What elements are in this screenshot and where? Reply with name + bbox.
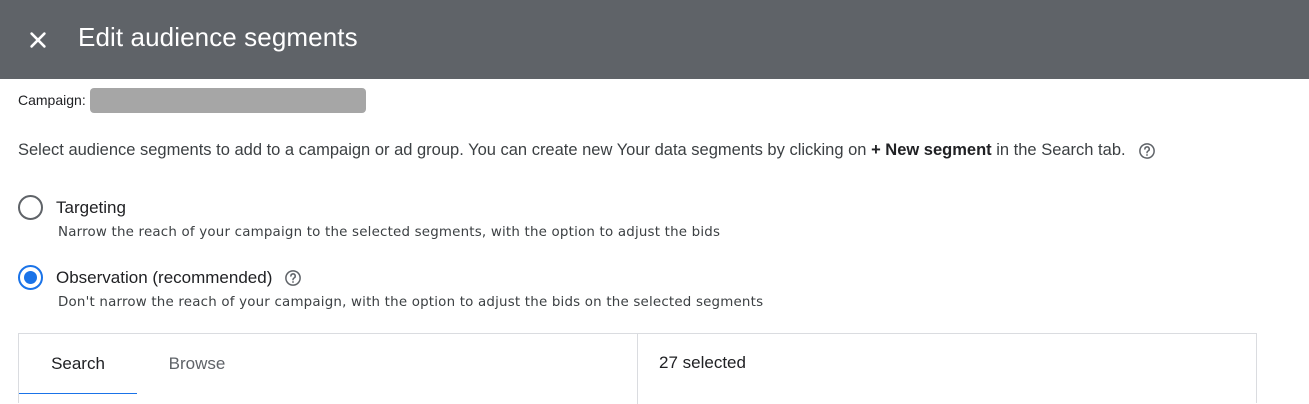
radio-button-targeting[interactable]	[18, 195, 43, 220]
instructions-text: Select audience segments to add to a cam…	[18, 141, 1156, 160]
segments-tabs-panel: Search Browse	[19, 334, 638, 404]
instructions-text-end: in the Search tab.	[991, 141, 1126, 159]
campaign-row: Campaign:	[18, 87, 366, 113]
instructions-text-start: Select audience segments to add to a cam…	[18, 141, 872, 159]
close-button[interactable]	[22, 24, 54, 56]
tab-search[interactable]: Search	[19, 334, 137, 394]
targeting-description: Narrow the reach of your campaign to the…	[58, 225, 721, 240]
radio-button-observation[interactable]	[18, 265, 43, 290]
help-icon[interactable]	[1138, 142, 1156, 160]
observation-description: Don't narrow the reach of your campaign,…	[58, 295, 764, 310]
radio-observation[interactable]: Observation (recommended)	[18, 265, 302, 290]
observation-label: Observation (recommended)	[56, 267, 273, 287]
new-segment-bold: + New segment	[871, 141, 992, 159]
tab-browse[interactable]: Browse	[137, 334, 257, 394]
campaign-name-redacted	[89, 87, 366, 113]
close-icon	[30, 32, 46, 48]
selected-count: 27 selected	[659, 353, 746, 372]
dialog-title: Edit audience segments	[78, 22, 358, 52]
campaign-label: Campaign:	[18, 92, 86, 108]
targeting-label: Targeting	[56, 197, 126, 217]
radio-targeting[interactable]: Targeting	[18, 195, 126, 220]
dialog-header: Edit audience segments	[0, 0, 1309, 79]
observation-help-icon[interactable]	[284, 269, 302, 287]
